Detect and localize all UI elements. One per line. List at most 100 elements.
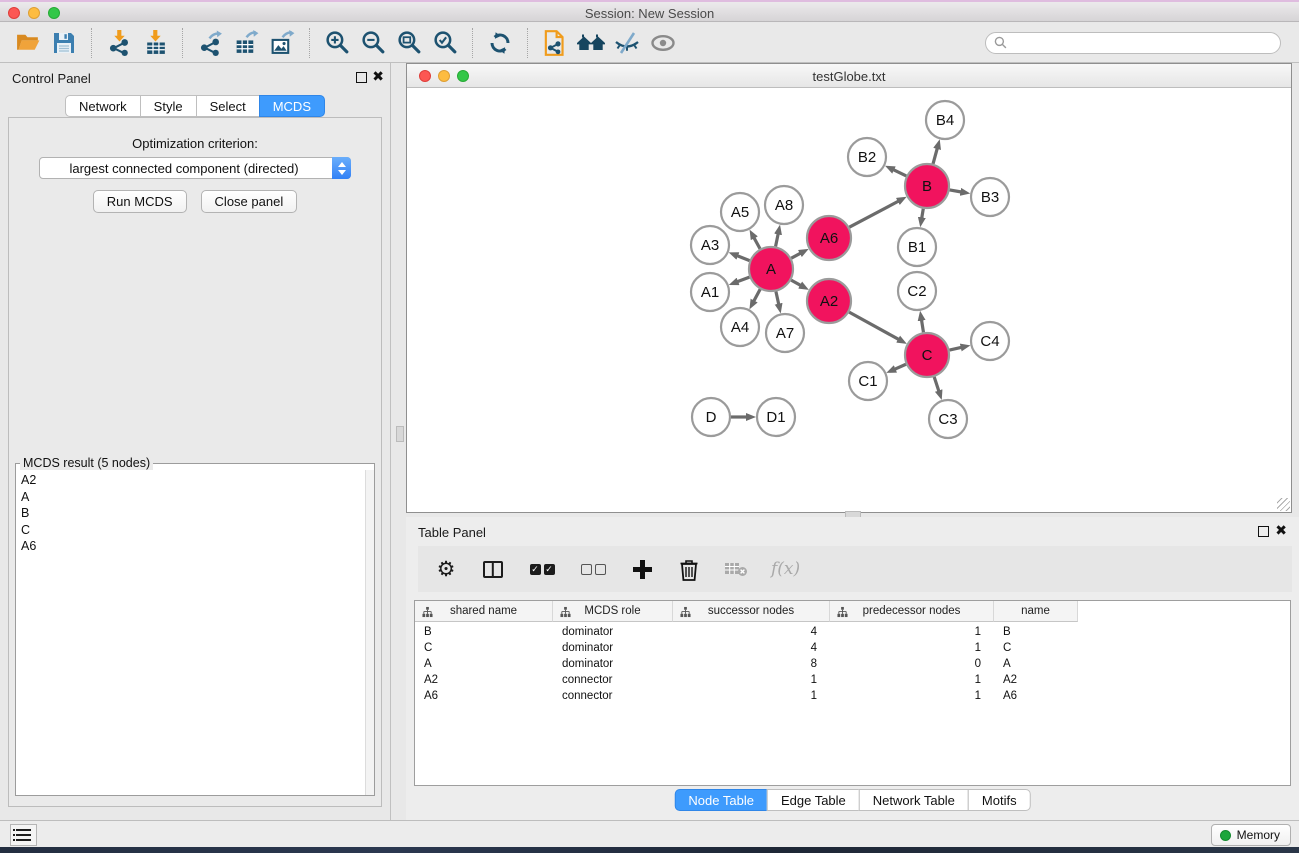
column-header-predecessor-nodes[interactable]: predecessor nodes (830, 601, 994, 622)
graph-edge-B-B4[interactable] (933, 148, 937, 164)
table-cell[interactable]: 1 (830, 624, 994, 640)
table-row[interactable]: A6connector11A6 (415, 688, 1290, 704)
export-image-button[interactable] (264, 27, 300, 59)
graph-edge-B-B1[interactable] (922, 209, 924, 219)
search-field[interactable] (985, 32, 1281, 54)
column-header-name[interactable]: name (994, 601, 1078, 622)
graph-edge-C-C2[interactable] (921, 320, 923, 333)
graph-edge-B-B2[interactable] (893, 170, 906, 176)
export-table-button[interactable] (228, 27, 264, 59)
delete-table-button[interactable] (724, 556, 748, 582)
graph-edge-A-A7[interactable] (776, 291, 779, 304)
mcds-result-item[interactable]: A2 (21, 472, 374, 489)
column-layout-button[interactable] (481, 556, 505, 582)
graph-edge-C-C1[interactable] (895, 364, 906, 369)
refresh-button[interactable] (482, 27, 518, 59)
import-network-button[interactable] (101, 27, 137, 59)
table-cell[interactable]: 1 (673, 688, 830, 704)
tab-style[interactable]: Style (140, 95, 197, 117)
table-cell[interactable]: A2 (415, 672, 553, 688)
open-session-button[interactable] (10, 27, 46, 59)
add-column-button[interactable] (630, 556, 654, 582)
window-resize-grip[interactable] (1277, 498, 1290, 511)
zoom-in-button[interactable] (319, 27, 355, 59)
table-cell[interactable]: dominator (553, 624, 673, 640)
graph-edge-C-C3[interactable] (934, 377, 939, 392)
table-row[interactable]: A2connector11A2 (415, 672, 1290, 688)
run-mcds-button[interactable]: Run MCDS (93, 190, 187, 213)
tab-edge-table[interactable]: Edge Table (767, 789, 860, 811)
close-panel-icon[interactable]: ✖ (372, 68, 384, 85)
mcds-result-item[interactable]: A6 (21, 538, 374, 555)
table-row[interactable]: Bdominator41B (415, 624, 1290, 640)
criterion-dropdown[interactable]: largest connected component (directed) (39, 157, 351, 179)
first-neighbors-button[interactable] (573, 27, 609, 59)
table-row[interactable]: Cdominator41C (415, 640, 1290, 656)
graph-edge-A6-B[interactable] (849, 201, 898, 227)
new-network-from-file-button[interactable] (537, 27, 573, 59)
table-cell[interactable]: 8 (673, 656, 830, 672)
table-cell[interactable]: 1 (673, 672, 830, 688)
tab-motifs[interactable]: Motifs (968, 789, 1031, 811)
task-history-button[interactable] (10, 824, 37, 846)
graph-edge-A-A8[interactable] (776, 233, 779, 246)
import-table-button[interactable] (137, 27, 173, 59)
graph-edge-C-C4[interactable] (949, 347, 961, 350)
zoom-selected-button[interactable] (427, 27, 463, 59)
graph-edge-A-A4[interactable] (754, 289, 760, 301)
table-cell[interactable]: 1 (830, 688, 994, 704)
table-cell[interactable]: connector (553, 688, 673, 704)
save-session-button[interactable] (46, 27, 82, 59)
memory-button[interactable]: Memory (1211, 824, 1291, 846)
table-cell[interactable]: B (415, 624, 553, 640)
table-cell[interactable]: 4 (673, 640, 830, 656)
table-cell[interactable]: 4 (673, 624, 830, 640)
table-cell[interactable]: B (994, 624, 1078, 640)
tab-select[interactable]: Select (196, 95, 260, 117)
table-cell[interactable]: 1 (830, 640, 994, 656)
zoom-fit-button[interactable] (391, 27, 427, 59)
table-cell[interactable]: 1 (830, 672, 994, 688)
table-cell[interactable]: 0 (830, 656, 994, 672)
show-all-button[interactable] (645, 27, 681, 59)
table-cell[interactable]: dominator (553, 640, 673, 656)
tab-node-table[interactable]: Node Table (674, 789, 768, 811)
table-cell[interactable]: A6 (415, 688, 553, 704)
column-header-shared-name[interactable]: shared name (415, 601, 553, 622)
graph-edge-A-A2[interactable] (791, 280, 801, 285)
network-canvas[interactable]: B4B2BB3A8A5A6A3B1AA1C2A2A4A7C4CC1C3DD1 (407, 88, 1291, 512)
mcds-result-item[interactable]: B (21, 505, 374, 522)
table-cell[interactable]: A (415, 656, 553, 672)
tab-mcds[interactable]: MCDS (259, 95, 325, 117)
function-builder-button[interactable]: f(x) (771, 556, 800, 582)
table-cell[interactable]: A2 (994, 672, 1078, 688)
table-cell[interactable]: C (994, 640, 1078, 656)
table-row[interactable]: Adominator80A (415, 656, 1290, 672)
deselect-all-columns-button[interactable] (579, 556, 607, 582)
close-panel-icon[interactable]: ✖ (1275, 522, 1287, 539)
column-header-mcds-role[interactable]: MCDS role (553, 601, 673, 622)
float-panel-icon[interactable] (1258, 526, 1269, 537)
float-panel-icon[interactable] (356, 72, 367, 83)
graph-edge-A-A6[interactable] (791, 253, 800, 258)
graph-edge-A-A3[interactable] (737, 256, 750, 261)
tab-network[interactable]: Network (65, 95, 141, 117)
table-cell[interactable]: A (994, 656, 1078, 672)
select-all-columns-button[interactable]: ✓✓ (528, 556, 556, 582)
result-scrollbar[interactable] (365, 470, 374, 795)
table-cell[interactable]: connector (553, 672, 673, 688)
hide-selected-button[interactable] (609, 27, 645, 59)
graph-edge-A-A1[interactable] (737, 277, 749, 282)
mcds-result-item[interactable]: C (21, 522, 374, 539)
mcds-result-item[interactable]: A (21, 489, 374, 506)
export-network-button[interactable] (192, 27, 228, 59)
graph-edge-A2-C[interactable] (849, 312, 899, 339)
table-options-button[interactable]: ⚙ (434, 556, 458, 582)
zoom-out-button[interactable] (355, 27, 391, 59)
table-cell[interactable]: dominator (553, 656, 673, 672)
table-cell[interactable]: A6 (994, 688, 1078, 704)
table-cell[interactable]: C (415, 640, 553, 656)
tab-network-table[interactable]: Network Table (859, 789, 969, 811)
search-input[interactable] (1012, 36, 1272, 50)
delete-column-button[interactable] (677, 556, 701, 582)
